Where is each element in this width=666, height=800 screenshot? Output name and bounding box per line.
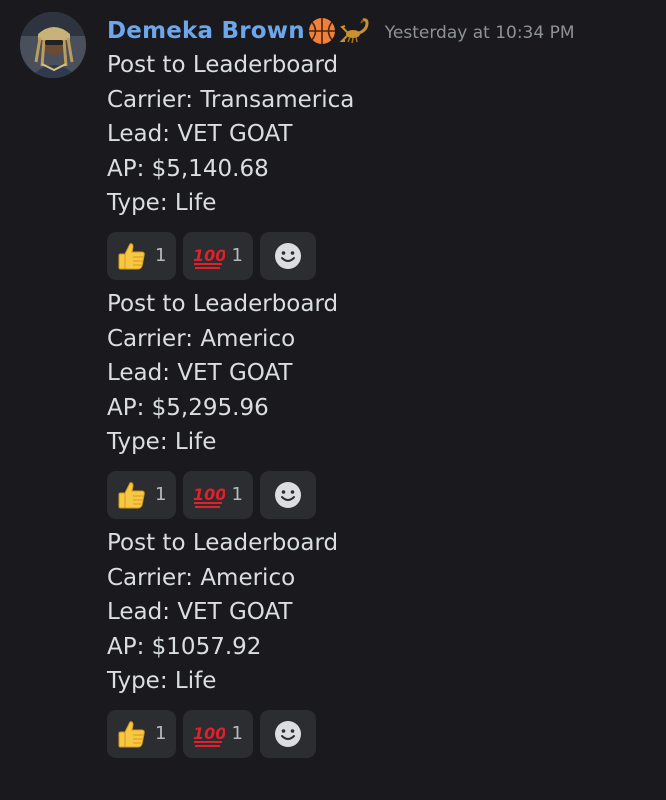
smiley-add-reaction-icon [273,719,303,749]
message-line: AP: $1057.92 [107,633,262,660]
message-line: Post to Leaderboard [107,290,339,317]
message-line: Carrier: Americo [107,564,296,591]
reaction-bar: 1 100 1 [107,470,652,519]
message-line: Carrier: Americo [107,325,296,352]
reaction-bar: 1 100 1 [107,231,652,280]
reaction-bar: 1 100 1 [107,709,652,758]
add-reaction-button[interactable] [259,470,316,519]
message-line: AP: $5,295.96 [107,394,269,421]
message: Post to Leaderboard Carrier: Transameric… [107,48,652,280]
reaction-count: 1 [231,723,243,745]
reaction-thumbs-up[interactable]: 1 [107,470,177,519]
message: Post to Leaderboard Carrier: Americo Lea… [107,526,652,758]
thumbs-up-icon [115,717,149,751]
add-reaction-button[interactable] [259,231,316,280]
message-line: Post to Leaderboard [107,52,339,78]
reaction-count: 1 [155,484,167,506]
smiley-add-reaction-icon [273,480,303,510]
message-line: AP: $5,140.68 [107,155,269,182]
scorpion-icon [339,16,371,46]
reaction-count: 1 [231,245,243,267]
thumbs-up-icon [115,239,149,273]
message-timestamp: Yesterday at 10:34 PM [384,23,575,43]
reaction-thumbs-up[interactable]: 1 [107,231,177,280]
reaction-thumbs-up[interactable]: 1 [107,709,177,758]
message-line: Lead: VET GOAT [107,121,293,148]
reaction-hundred[interactable]: 100 1 [183,470,253,519]
basketball-icon [307,16,337,46]
svg-text:100: 100 [193,724,225,743]
message-line: Lead: VET GOAT [107,360,293,387]
svg-text:100: 100 [193,485,225,504]
add-reaction-button[interactable] [259,709,316,758]
message-line: Carrier: Transamerica [107,86,355,113]
chat-view: Demeka Brown Yesterday at 10:34 PM Post … [0,0,666,800]
avatar[interactable] [20,12,86,78]
reaction-count: 1 [155,723,167,745]
hundred-points-icon: 100 [191,478,225,512]
reaction-hundred[interactable]: 100 1 [183,709,253,758]
message-line: Type: Life [107,668,217,695]
message-line: Post to Leaderboard [107,529,339,556]
svg-text:100: 100 [193,246,225,265]
message-line: Lead: VET GOAT [107,599,293,626]
smiley-add-reaction-icon [273,241,303,271]
message-line: Type: Life [107,190,217,217]
message: Post to Leaderboard Carrier: Americo Lea… [107,287,652,519]
message-group: Demeka Brown Yesterday at 10:34 PM Post … [107,14,652,765]
message-header: Demeka Brown Yesterday at 10:34 PM [107,14,652,48]
reaction-count: 1 [155,245,167,267]
reaction-hundred[interactable]: 100 1 [183,231,253,280]
hundred-points-icon: 100 [191,239,225,273]
message-line: Type: Life [107,429,217,456]
thumbs-up-icon [115,478,149,512]
hundred-points-icon: 100 [191,717,225,751]
reaction-count: 1 [231,484,243,506]
username[interactable]: Demeka Brown [107,18,305,44]
